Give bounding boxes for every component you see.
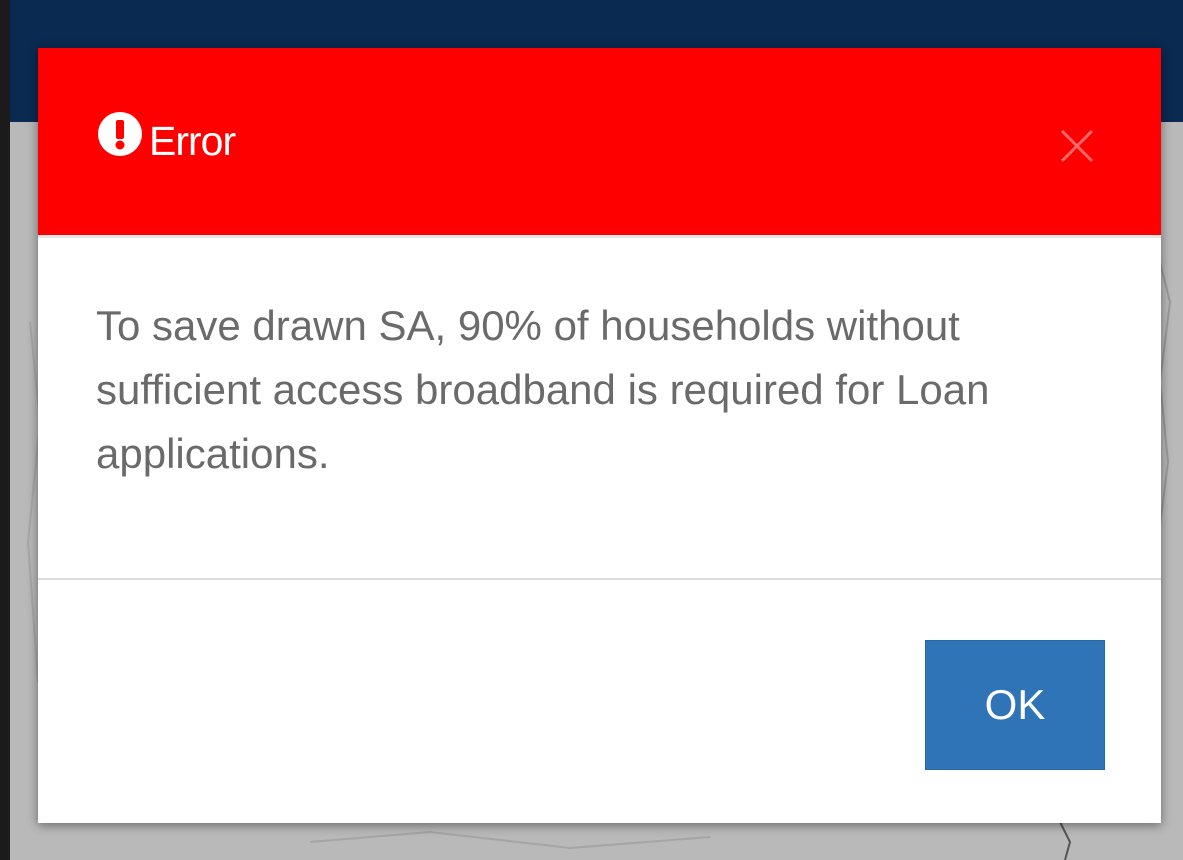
close-icon[interactable] xyxy=(1056,125,1098,167)
dialog-message: To save drawn SA, 90% of households with… xyxy=(96,302,990,477)
exclamation-circle-icon xyxy=(97,111,143,157)
ok-button[interactable]: OK xyxy=(925,640,1105,770)
dialog-body: To save drawn SA, 90% of households with… xyxy=(38,238,1161,580)
window-edge xyxy=(0,0,10,860)
dialog-title: Error xyxy=(149,118,236,164)
dialog-footer: OK xyxy=(38,580,1161,823)
dialog-header: Error xyxy=(38,48,1161,238)
error-dialog: Error To save drawn SA, 90% of household… xyxy=(38,48,1161,823)
